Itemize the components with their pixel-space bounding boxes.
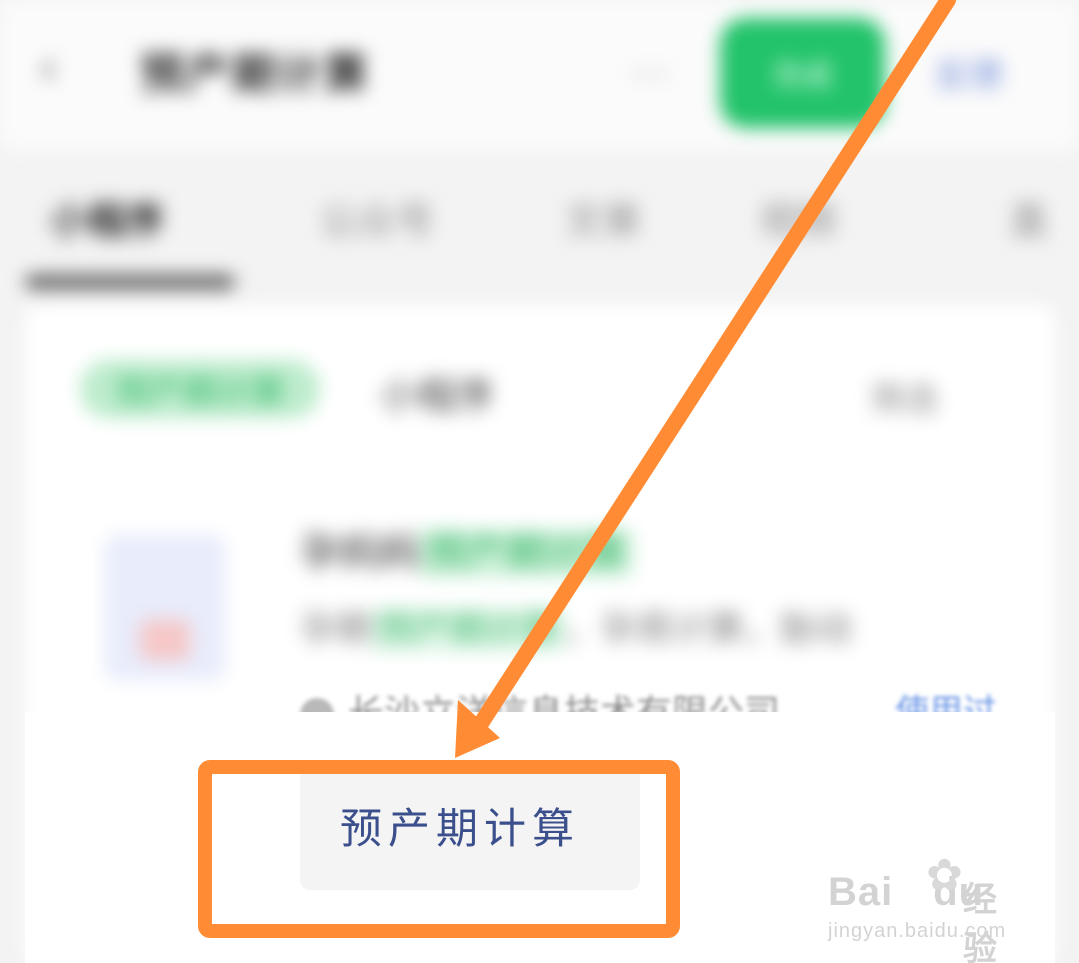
watermark-cn: 经验	[963, 880, 997, 963]
watermark-url: jingyan.baidu.com	[828, 920, 1007, 942]
annotation-arrow-shaft	[470, 0, 956, 736]
screen: ‹ 预产期计算 … 完成 反馈 小程序 公众号 文章 视频 直 预产期计算 小程…	[0, 0, 1079, 963]
baidu-jingyan-watermark: Bai du ✿ 经验 jingyan.baidu.com	[828, 850, 1028, 963]
paw-icon: ✿	[926, 850, 963, 901]
annotation-arrow	[455, 0, 956, 758]
watermark-bai: Bai	[828, 870, 894, 914]
